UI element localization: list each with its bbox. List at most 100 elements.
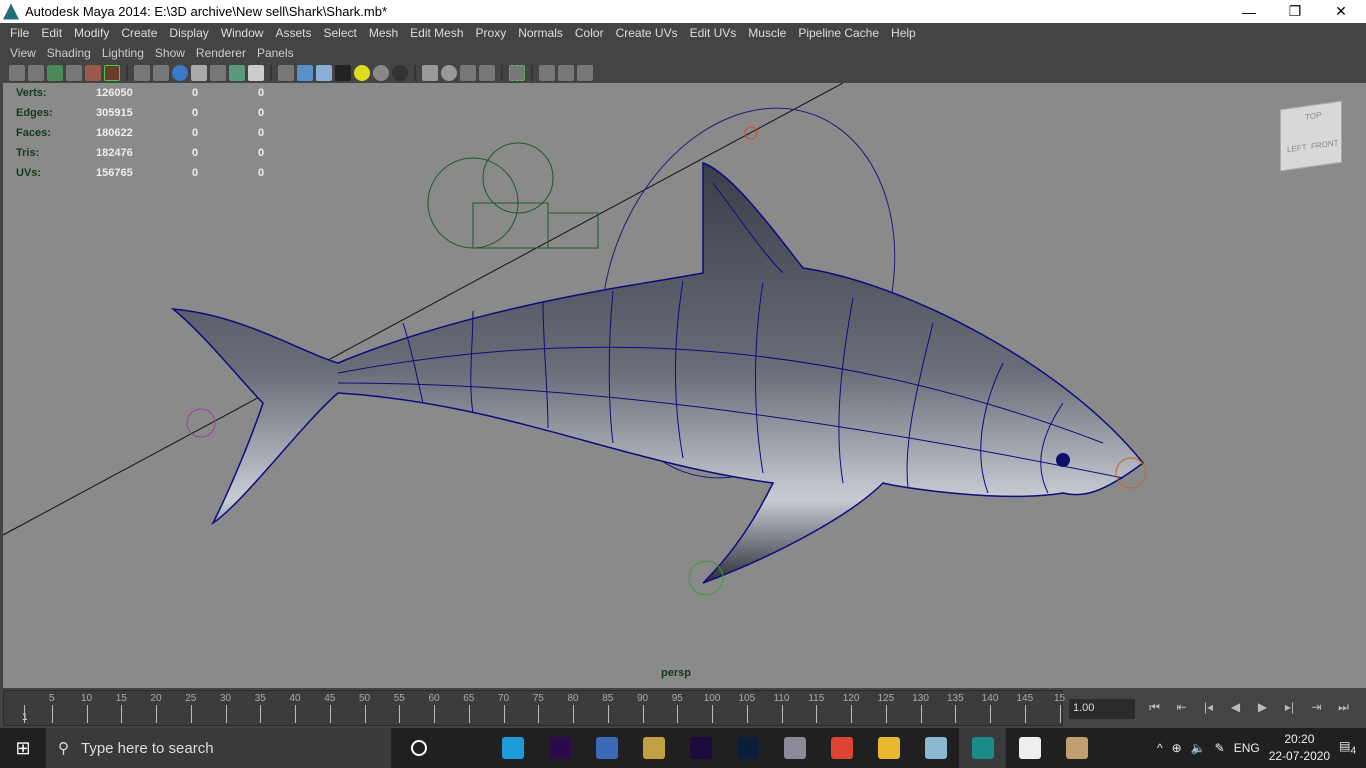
playback-button-6[interactable]: ⇥ [1306, 700, 1327, 718]
xray-icon[interactable] [441, 64, 457, 81]
menu-normals[interactable]: Normals [512, 26, 569, 40]
bookmark-icon[interactable] [47, 64, 63, 81]
camera-select-icon[interactable] [9, 64, 25, 81]
taskbar-search[interactable]: ⚲ Type here to search [46, 728, 391, 768]
wireframe-icon[interactable] [278, 64, 294, 81]
current-time-field[interactable]: 1.00 [1069, 699, 1135, 719]
menu-edit-uvs[interactable]: Edit UVs [684, 26, 743, 40]
menu-display[interactable]: Display [163, 26, 214, 40]
clock[interactable]: 20:20 22-07-2020 [1269, 731, 1330, 765]
view-cube[interactable]: TOP LEFT FRONT [1280, 100, 1342, 172]
smooth-shade-icon[interactable] [297, 64, 313, 81]
menu-pipeline-cache[interactable]: Pipeline Cache [792, 26, 885, 40]
menu-proxy[interactable]: Proxy [470, 26, 513, 40]
image-plane-icon[interactable] [66, 64, 82, 81]
timeline-tick [156, 705, 158, 723]
notifications-icon[interactable]: ▤4 [1339, 739, 1356, 756]
volume-icon[interactable]: 🔈 [1191, 741, 1206, 755]
taskbar-app-cortana[interactable] [395, 728, 442, 768]
panel-menu-panels[interactable]: Panels [253, 46, 301, 60]
menu-edit-mesh[interactable]: Edit Mesh [404, 26, 469, 40]
taskbar-app-media-app[interactable] [630, 728, 677, 768]
node-editor-icon[interactable] [577, 64, 593, 81]
grease-pencil-icon[interactable] [104, 64, 120, 81]
cube-wire-icon[interactable] [539, 64, 555, 81]
panel-menu-show[interactable]: Show [151, 46, 192, 60]
close-button[interactable]: ✕ [1318, 0, 1364, 23]
perspective-viewport[interactable]: Verts: 126050 0 0 Edges: 305915 0 0 Faces: 180622… [3, 83, 1366, 688]
gate-mask-icon[interactable] [191, 64, 207, 81]
playback-button-7[interactable]: ⏭ [1333, 700, 1354, 718]
chevron-up-icon[interactable]: ^ [1157, 741, 1163, 755]
taskbar-app-paint[interactable] [1053, 728, 1100, 768]
taskbar-app-premiere[interactable] [536, 728, 583, 768]
2d-pan-zoom-icon[interactable] [85, 64, 101, 81]
menu-color[interactable]: Color [569, 26, 610, 40]
taskbar-app-app-glass[interactable] [912, 728, 959, 768]
wireframe-on-shaded-icon[interactable] [316, 64, 332, 81]
taskbar-app-photos[interactable] [1006, 728, 1053, 768]
timeline-tick [468, 705, 470, 723]
network-icon[interactable]: ⊕ [1172, 741, 1182, 755]
menu-edit[interactable]: Edit [35, 26, 68, 40]
playback-button-1[interactable]: ⇤ [1171, 700, 1192, 718]
minimize-button[interactable]: — [1226, 0, 1272, 23]
viewcube-top[interactable]: TOP [1305, 111, 1321, 122]
timeline-label: 120 [842, 693, 860, 704]
taskbar-app-file-explorer[interactable] [865, 728, 912, 768]
taskbar-app-task-view[interactable] [442, 728, 489, 768]
hud-triangles: 0 [258, 127, 265, 139]
field-chart-icon[interactable] [210, 64, 226, 81]
xray-active-icon[interactable] [479, 64, 495, 81]
taskbar-app-edge[interactable] [489, 728, 536, 768]
menu-help[interactable]: Help [885, 26, 922, 40]
film-gate-icon[interactable] [153, 64, 169, 81]
taskbar-app-app-eagle[interactable] [583, 728, 630, 768]
menu-window[interactable]: Window [215, 26, 270, 40]
menu-select[interactable]: Select [317, 26, 362, 40]
hud-triangles: 0 [258, 87, 265, 99]
viewcube-left[interactable]: LEFT [1287, 143, 1307, 155]
shadows-icon[interactable] [373, 64, 389, 81]
language-indicator[interactable]: ENG [1234, 741, 1260, 755]
grid-icon[interactable] [134, 64, 150, 81]
resolution-gate-icon[interactable] [172, 64, 188, 81]
playback-button-2[interactable]: |◂ [1198, 700, 1219, 718]
menu-muscle[interactable]: Muscle [742, 26, 792, 40]
hud-selected: 0 [192, 127, 199, 139]
pen-icon[interactable]: ✎ [1215, 741, 1225, 755]
xray-joints-icon[interactable] [460, 64, 476, 81]
maximize-button[interactable]: ❐ [1272, 0, 1318, 23]
windows-start-button[interactable]: ⊞ [0, 728, 46, 768]
use-all-lights-icon[interactable] [354, 64, 370, 81]
taskbar-app-maya[interactable] [959, 728, 1006, 768]
time-slider[interactable]: 1 51015202530354045505560657075808590951… [3, 690, 1065, 726]
panel-menu-shading[interactable]: Shading [43, 46, 98, 60]
menu-assets[interactable]: Assets [269, 26, 317, 40]
panel-menu-lighting[interactable]: Lighting [98, 46, 151, 60]
taskbar-app-after-effects[interactable] [677, 728, 724, 768]
playback-button-3[interactable]: ◀ [1225, 700, 1246, 718]
taskbar-app-photoshop[interactable] [724, 728, 771, 768]
safe-title-icon[interactable] [248, 64, 264, 81]
screen-space-ao-icon[interactable] [392, 64, 408, 81]
camera-attributes-icon[interactable] [28, 64, 44, 81]
panel-menu-renderer[interactable]: Renderer [192, 46, 253, 60]
playback-button-5[interactable]: ▸| [1279, 700, 1300, 718]
taskbar-app-chrome[interactable] [818, 728, 865, 768]
menu-mesh[interactable]: Mesh [363, 26, 404, 40]
taskbar-app-app-x[interactable] [771, 728, 818, 768]
panel-layout-icon[interactable] [558, 64, 574, 81]
viewcube-front[interactable]: FRONT [1311, 138, 1339, 151]
menu-modify[interactable]: Modify [68, 26, 115, 40]
textured-icon[interactable] [335, 64, 351, 81]
menu-create[interactable]: Create [115, 26, 163, 40]
playback-button-4[interactable]: ▶ [1252, 700, 1273, 718]
select-camera-icon[interactable] [509, 64, 525, 81]
panel-menu-view[interactable]: View [6, 46, 43, 60]
menu-create-uvs[interactable]: Create UVs [610, 26, 684, 40]
menu-file[interactable]: File [4, 26, 35, 40]
safe-action-icon[interactable] [229, 64, 245, 81]
playback-button-0[interactable]: ⏮ [1144, 700, 1165, 718]
isolate-select-icon[interactable] [422, 64, 438, 81]
